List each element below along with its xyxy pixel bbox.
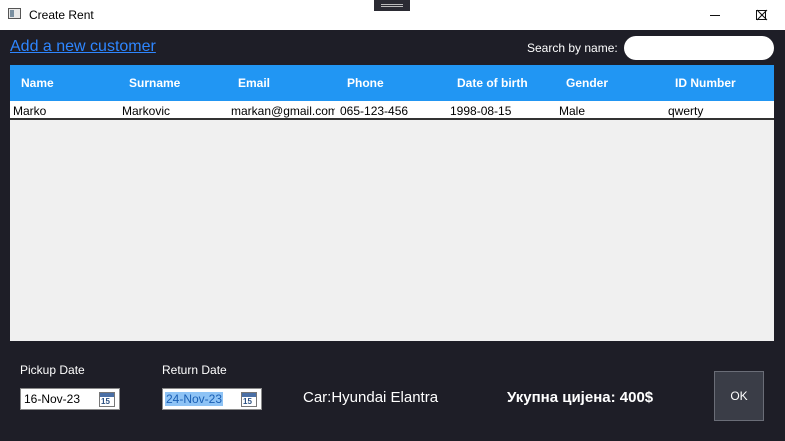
cell-gender: Male [559, 104, 586, 118]
add-customer-link[interactable]: Add a new customer [10, 38, 156, 56]
drag-handle[interactable] [374, 0, 410, 11]
calendar-icon[interactable]: 15 [241, 392, 257, 407]
app-icon [8, 8, 21, 19]
column-header-gender[interactable]: Gender [566, 76, 608, 90]
table-row[interactable]: Marko Markovic markan@gmail.com 065-123-… [10, 101, 774, 120]
column-header-surname[interactable]: Surname [129, 76, 180, 90]
cell-email: markan@gmail.com [231, 104, 335, 118]
column-header-phone[interactable]: Phone [347, 76, 384, 90]
cell-date-of-birth: 1998-08-15 [450, 104, 512, 118]
return-date-picker[interactable]: 24-Nov-23 15 [162, 388, 262, 410]
total-price: Укупна цијена: 400$ [507, 389, 654, 406]
search-label: Search by name: [527, 41, 618, 55]
column-header-date-of-birth[interactable]: Date of birth [457, 76, 528, 90]
unused-12 [692, 0, 738, 30]
cell-phone: 065-123-456 [340, 104, 409, 118]
calendar-icon-day: 15 [243, 397, 252, 406]
title-bar: Create Rent [0, 0, 785, 30]
pickup-date-picker[interactable]: 16-Nov-23 15 [20, 388, 120, 410]
cell-surname: Markovic [122, 104, 171, 118]
pickup-date-label: Pickup Date [20, 363, 85, 377]
customer-table: Name Surname Email Phone Date of birth G… [10, 65, 774, 341]
calendar-icon-day: 15 [101, 397, 110, 406]
return-date-label: Return Date [162, 363, 227, 377]
column-header-id-number[interactable]: ID Number [675, 76, 736, 90]
close-button[interactable] [739, 0, 785, 30]
search-input[interactable] [624, 36, 774, 60]
cell-name: Marko [13, 104, 47, 118]
calendar-icon[interactable]: 15 [99, 392, 115, 407]
table-header: Name Surname Email Phone Date of birth G… [10, 65, 774, 101]
close-icon [756, 9, 768, 21]
pickup-date-value[interactable]: 16-Nov-23 [23, 392, 81, 406]
column-header-name[interactable]: Name [21, 76, 54, 90]
column-header-email[interactable]: Email [238, 76, 270, 90]
window-title: Create Rent [29, 8, 94, 22]
return-date-value[interactable]: 24-Nov-23 [165, 392, 224, 406]
car-label: Car:Hyundai Elantra [303, 389, 439, 406]
cell-id-number: qwerty [668, 104, 704, 118]
ok-button[interactable]: OK [714, 371, 764, 421]
